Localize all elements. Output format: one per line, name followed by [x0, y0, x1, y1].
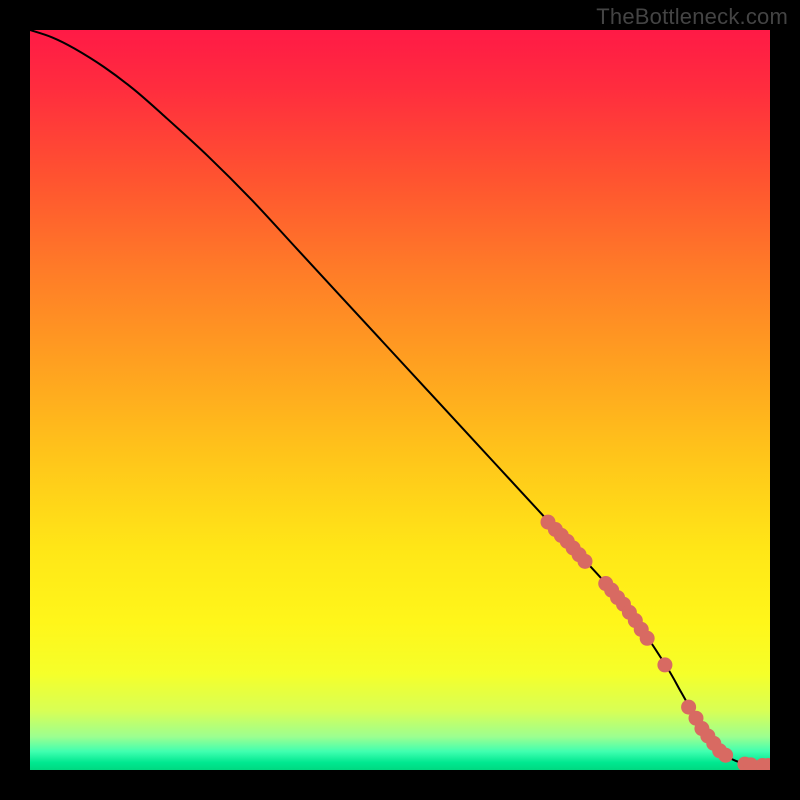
data-marker — [657, 657, 672, 672]
chart-frame: TheBottleneck.com — [0, 0, 800, 800]
data-marker — [718, 748, 733, 763]
data-marker — [640, 631, 655, 646]
marker-layer — [30, 30, 770, 770]
watermark-text: TheBottleneck.com — [596, 4, 788, 30]
plot-area — [30, 30, 770, 770]
data-marker — [578, 554, 593, 569]
